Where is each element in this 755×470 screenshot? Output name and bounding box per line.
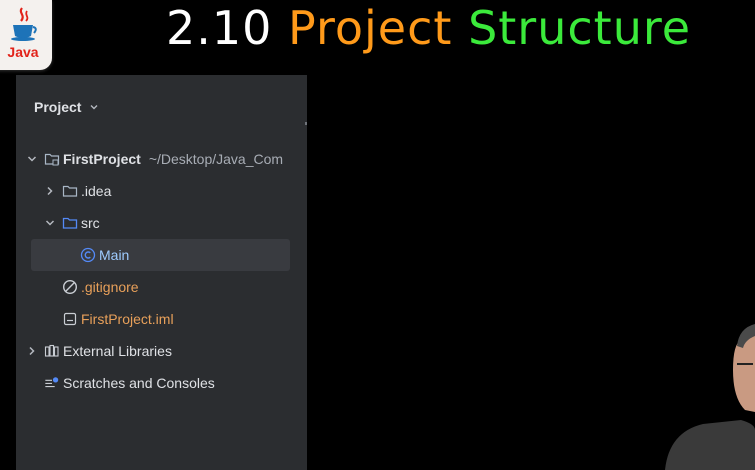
chevron-down-icon[interactable] (44, 217, 56, 229)
java-class-icon (80, 247, 96, 263)
tree-item-label: FirstProject.iml (81, 311, 174, 327)
tree-item-gitignore[interactable]: .gitignore (62, 273, 139, 301)
chevron-right-icon[interactable] (44, 185, 56, 197)
panel-edge-mark (305, 122, 307, 125)
chevron-down-icon (89, 102, 99, 112)
iml-file-icon (62, 311, 78, 327)
title-word-structure: Structure (468, 1, 692, 55)
project-tool-window: Project FirstProject ~/Desktop/Java_Com … (16, 75, 307, 470)
chevron-right-icon[interactable] (26, 345, 38, 357)
selection-highlight (31, 239, 290, 271)
tree-item-label: FirstProject (63, 151, 141, 167)
tree-item-label: .idea (81, 183, 112, 199)
project-header-label: Project (34, 99, 82, 115)
folder-icon (62, 183, 78, 199)
scratches-icon (44, 375, 60, 391)
tree-item-main[interactable]: Main (80, 241, 129, 269)
tree-item-idea[interactable]: .idea (44, 177, 111, 205)
tree-item-label: src (81, 215, 100, 231)
title-number: 2.10 (166, 1, 273, 55)
ignored-file-icon (62, 279, 78, 295)
libraries-icon (44, 343, 60, 359)
chevron-down-icon[interactable] (26, 153, 38, 165)
coffee-cup-icon (11, 7, 37, 41)
project-path: ~/Desktop/Java_Com (148, 151, 284, 167)
tree-item-iml[interactable]: FirstProject.iml (62, 305, 174, 333)
java-logo: Java (0, 0, 52, 70)
tree-item-firstproject[interactable]: FirstProject ~/Desktop/Java_Com (26, 145, 283, 173)
project-view-dropdown[interactable]: Project (34, 99, 99, 115)
tree-item-label: Main (99, 247, 130, 263)
logo-text: Java (7, 44, 39, 60)
tree-item-label: External Libraries (63, 343, 172, 359)
tree-item-label: .gitignore (81, 279, 139, 295)
tree-item-src[interactable]: src (44, 209, 100, 237)
module-folder-icon (44, 151, 60, 167)
presenter-image (665, 324, 755, 470)
tree-item-external-libraries[interactable]: External Libraries (26, 337, 172, 365)
slide-title: 2.10 Project Structure (166, 0, 691, 56)
tree-item-scratches[interactable]: Scratches and Consoles (44, 369, 215, 397)
tree-item-label: Scratches and Consoles (63, 375, 215, 391)
source-folder-icon (62, 215, 78, 231)
title-word-project: Project (288, 1, 453, 55)
